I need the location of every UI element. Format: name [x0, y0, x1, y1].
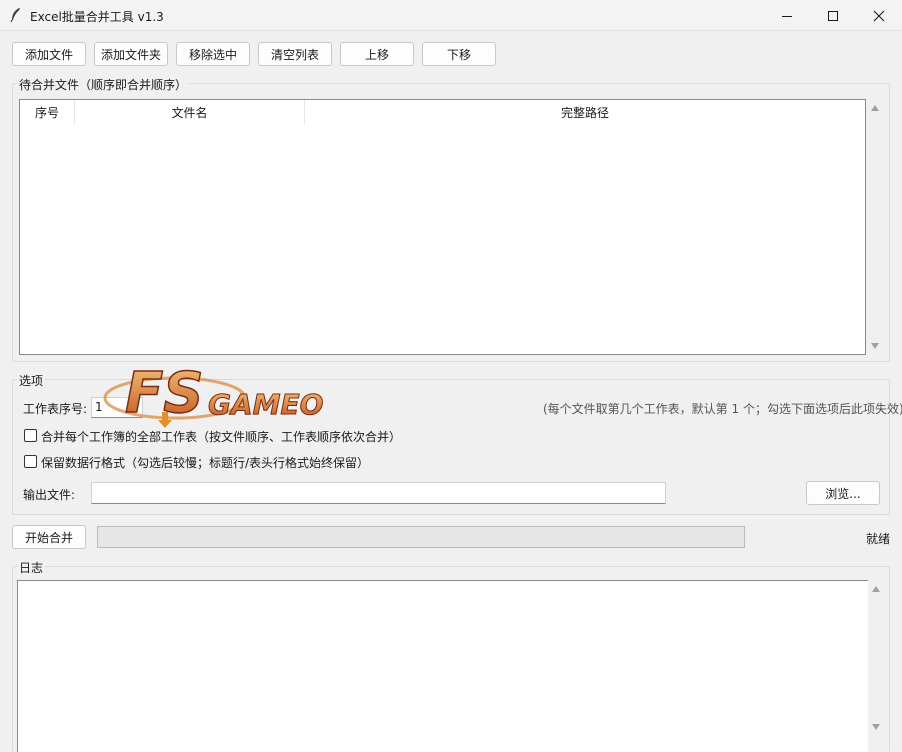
- status-text: 就绪: [866, 532, 891, 546]
- output-file-input[interactable]: [91, 482, 666, 504]
- move-up-button[interactable]: 上移: [340, 42, 414, 66]
- column-header-index[interactable]: 序号: [20, 100, 75, 124]
- remove-selected-button[interactable]: 移除选中: [176, 42, 250, 66]
- files-group-label: 待合并文件（顺序即合并顺序）: [17, 76, 190, 93]
- scroll-up-arrow-icon[interactable]: [871, 105, 879, 111]
- sheet-index-hint: (每个文件取第几个工作表，默认第 1 个；勾选下面选项后此项失效): [543, 402, 902, 416]
- watermark-logo: FS GAMEO: [100, 350, 330, 440]
- keep-format-checkbox[interactable]: [24, 455, 37, 468]
- start-merge-button[interactable]: 开始合并: [12, 525, 86, 549]
- options-group-label: 选项: [17, 372, 46, 389]
- log-group-label: 日志: [17, 559, 46, 576]
- title-bar: Excel批量合并工具 v1.3: [0, 0, 902, 31]
- log-scrollbar[interactable]: [868, 580, 885, 752]
- log-scroll-down-icon[interactable]: [872, 724, 880, 730]
- column-header-path[interactable]: 完整路径: [305, 100, 865, 124]
- merge-all-sheets-checkbox[interactable]: [24, 429, 37, 442]
- output-file-label: 输出文件:: [23, 488, 76, 502]
- keep-format-label[interactable]: 保留数据行格式（勾选后较慢；标题行/表头行格式始终保留）: [41, 454, 369, 471]
- watermark-logo-icon: FS GAMEO: [103, 360, 324, 428]
- move-down-button[interactable]: 下移: [422, 42, 496, 66]
- maximize-button[interactable]: [810, 0, 856, 31]
- clear-list-button[interactable]: 清空列表: [258, 42, 332, 66]
- minimize-icon: [782, 15, 792, 17]
- scroll-down-arrow-icon[interactable]: [871, 343, 879, 349]
- merge-progress-bar: [97, 526, 745, 548]
- file-list-scrollbar[interactable]: [867, 99, 884, 355]
- log-textarea[interactable]: [17, 580, 869, 752]
- add-folder-button[interactable]: 添加文件夹: [94, 42, 168, 66]
- log-scroll-up-icon[interactable]: [872, 586, 880, 592]
- minimize-button[interactable]: [764, 0, 810, 31]
- svg-text:GAMEO: GAMEO: [208, 388, 323, 421]
- close-button[interactable]: [856, 0, 902, 31]
- close-icon: [873, 10, 885, 21]
- feather-icon: [8, 7, 24, 23]
- maximize-icon: [828, 10, 838, 21]
- window-title: Excel批量合并工具 v1.3: [30, 10, 164, 24]
- file-list-table[interactable]: 序号 文件名 完整路径: [19, 99, 866, 355]
- column-header-filename[interactable]: 文件名: [75, 100, 305, 124]
- browse-button[interactable]: 浏览...: [806, 481, 880, 505]
- add-file-button[interactable]: 添加文件: [12, 42, 86, 66]
- sheet-index-label: 工作表序号:: [23, 402, 88, 416]
